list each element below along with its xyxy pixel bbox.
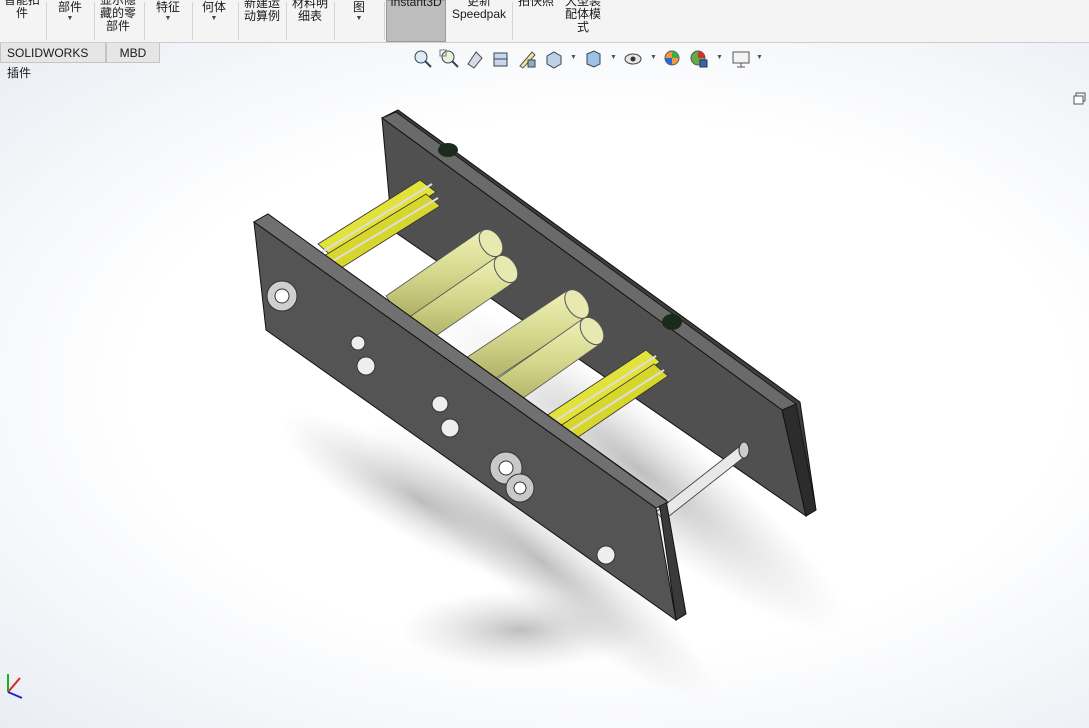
chevron-down-icon[interactable]: ▼ [146,15,190,23]
assembly-features-button[interactable]: 特征 ▼ [146,0,190,42]
previous-view-icon[interactable] [464,48,486,70]
tab-mbd[interactable]: MBD [106,43,160,63]
ribbon-separator [286,2,287,40]
chevron-down-icon[interactable]: ▼ [570,54,577,61]
ribbon-separator [512,2,513,40]
chevron-down-icon[interactable]: ▼ [194,15,234,23]
chevron-down-icon[interactable]: ▼ [48,15,92,23]
ribbon-separator [46,2,47,40]
smart-fasteners-button[interactable]: 智能扣 件 [0,0,44,42]
reference-geometry-label: 何体 [201,0,226,14]
ribbon-separator [144,2,145,40]
apply-scene-icon[interactable] [688,48,710,70]
exploded-view-button[interactable]: 图 ▼ [336,0,382,42]
large-assembly-mode-button[interactable]: 大型装 配体模 式 [560,0,606,42]
show-hidden-components-label: 显示隐 藏的零 部件 [99,0,136,33]
tab-solidworks-addins[interactable]: SOLIDWORKS 插件 [0,43,106,80]
restore-window-icon[interactable] [1073,92,1087,106]
chevron-down-icon[interactable]: ▼ [756,54,763,61]
instant3d-button[interactable]: Instant3D [386,0,446,42]
component-button[interactable]: 部件 ▼ [48,0,92,42]
dynamic-annotation-icon[interactable] [516,48,538,70]
chevron-down-icon[interactable]: ▼ [610,54,617,61]
new-motion-study-button[interactable]: 新建运 动算例 [240,0,284,42]
edit-appearance-icon[interactable] [662,48,684,70]
front-sprocket-left[interactable] [266,280,298,312]
view-settings-icon[interactable] [730,48,752,70]
chevron-down-icon[interactable]: ▼ [716,54,723,61]
zoom-to-fit-icon[interactable] [412,48,434,70]
bill-of-materials-label: 材料明 细表 [291,0,328,23]
assembly-model[interactable] [0,43,1089,728]
large-assembly-mode-label: 大型装 配体模 式 [564,0,601,34]
take-snapshot-label: 拍快照 [517,0,554,8]
show-hidden-components-button[interactable]: 显示隐 藏的零 部件 [96,0,140,42]
view-orientation-icon[interactable] [542,48,564,70]
smart-fasteners-label: 智能扣 件 [3,0,40,20]
hide-show-items-icon[interactable] [622,48,644,70]
section-view-icon[interactable] [490,48,512,70]
reference-triad-icon [0,672,26,702]
update-speedpak-label: 更新 Speedpak [451,0,507,21]
chevron-down-icon[interactable]: ▼ [650,54,657,61]
ribbon-separator [94,2,95,40]
ribbon-separator [334,2,335,40]
bill-of-materials-button[interactable]: 材料明 细表 [288,0,332,42]
display-style-icon[interactable] [582,48,604,70]
ribbon-separator [238,2,239,40]
exploded-view-label: 图 [352,0,365,14]
sprocket-hub [662,314,682,330]
update-speedpak-button[interactable]: 更新 Speedpak [448,0,510,42]
component-label: 部件 [57,0,82,14]
new-motion-study-label: 新建运 动算例 [243,0,280,23]
reference-geometry-button[interactable]: 何体 ▼ [194,0,234,42]
ribbon-separator [384,2,385,40]
sprocket-hub [438,143,458,157]
chevron-down-icon[interactable]: ▼ [336,15,382,23]
command-manager-ribbon: 智能扣 件 部件 ▼ 显示隐 藏的零 部件 特征 ▼ 何体 ▼ 新建运 动算例 … [0,0,1089,43]
assembly-features-label: 特征 [155,0,180,14]
zoom-to-area-icon[interactable] [438,48,460,70]
take-snapshot-button[interactable]: 拍快照 [514,0,558,42]
graphics-area[interactable] [0,43,1089,728]
ribbon-separator [192,2,193,40]
instant3d-label: Instant3D [390,0,442,9]
